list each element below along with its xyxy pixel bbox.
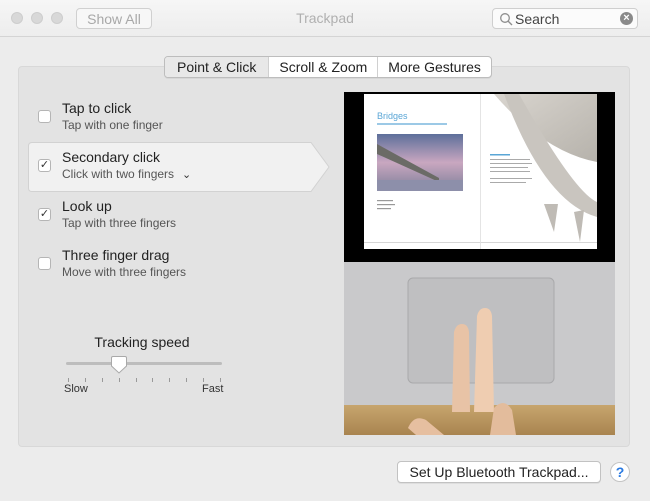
- chevron-down-icon[interactable]: ⌄: [182, 169, 191, 181]
- slider-tick: [68, 378, 69, 382]
- option-title: Three finger drag: [62, 247, 170, 263]
- slider-max-label: Fast: [202, 383, 224, 395]
- slider-tick: [220, 378, 221, 382]
- slider-tick: [135, 378, 137, 382]
- option-subtitle: Tap with three fingers: [62, 216, 177, 230]
- secondary-click-checkbox[interactable]: ✓: [38, 159, 51, 172]
- zoom-window-button[interactable]: [51, 12, 63, 24]
- show-all-button[interactable]: Show All: [76, 8, 152, 29]
- three-finger-drag-checkbox[interactable]: [38, 257, 51, 270]
- option-title: Look up: [62, 198, 112, 214]
- slider-min-label: Slow: [64, 383, 88, 395]
- slider-tick: [152, 378, 154, 382]
- search-field[interactable]: Search ×: [492, 8, 638, 29]
- tab-bar: Point & Click Scroll & Zoom More Gesture…: [164, 56, 492, 78]
- option-subtitle: Tap with one finger: [62, 118, 163, 132]
- title-bar: Show All Trackpad Search ×: [0, 0, 650, 37]
- option-secondary-click[interactable]: ✓ Secondary click Click with two fingers…: [28, 145, 308, 189]
- slider-tick: [203, 378, 205, 382]
- tab-point-click[interactable]: Point & Click: [165, 57, 269, 77]
- slider-tick: [84, 378, 86, 382]
- option-title: Secondary click: [62, 149, 161, 165]
- help-button[interactable]: ?: [610, 462, 630, 482]
- tracking-speed-label: Tracking speed: [94, 334, 190, 350]
- option-tap-to-click[interactable]: Tap to click Tap with one finger: [28, 96, 308, 140]
- tap-to-click-checkbox[interactable]: [38, 110, 51, 123]
- minimize-window-button[interactable]: [31, 12, 43, 24]
- tracking-speed-slider[interactable]: [66, 362, 222, 365]
- close-window-button[interactable]: [11, 12, 23, 24]
- tab-scroll-zoom[interactable]: Scroll & Zoom: [268, 57, 377, 77]
- clear-icon[interactable]: ×: [620, 12, 633, 25]
- option-subtitle: Click with two fingers ⌄: [62, 167, 191, 181]
- setup-bluetooth-trackpad-button[interactable]: Set Up Bluetooth Trackpad...: [397, 461, 601, 483]
- gesture-preview-video: Bridges: [344, 92, 615, 435]
- option-subtitle: Move with three fingers: [62, 265, 187, 279]
- option-title: Tap to click: [62, 100, 132, 116]
- document-title: Bridges: [377, 111, 408, 121]
- search-input[interactable]: Search: [515, 11, 559, 27]
- tab-more-gestures[interactable]: More Gestures: [377, 57, 491, 77]
- slider-tick: [186, 378, 188, 382]
- finger: [452, 324, 470, 412]
- slider-knob[interactable]: [110, 356, 127, 374]
- slider-tick: [101, 378, 103, 382]
- option-three-finger-drag[interactable]: Three finger drag Move with three finger…: [28, 243, 308, 287]
- preview-illustration: Bridges: [344, 92, 615, 435]
- slider-tick: [169, 378, 171, 382]
- option-look-up[interactable]: ✓ Look up Tap with three fingers: [28, 194, 308, 238]
- search-icon: [500, 13, 513, 26]
- look-up-checkbox[interactable]: ✓: [38, 208, 51, 221]
- slider-tick: [118, 378, 120, 382]
- option-subtitle-text: Click with two fingers: [62, 167, 175, 181]
- finger: [474, 308, 494, 412]
